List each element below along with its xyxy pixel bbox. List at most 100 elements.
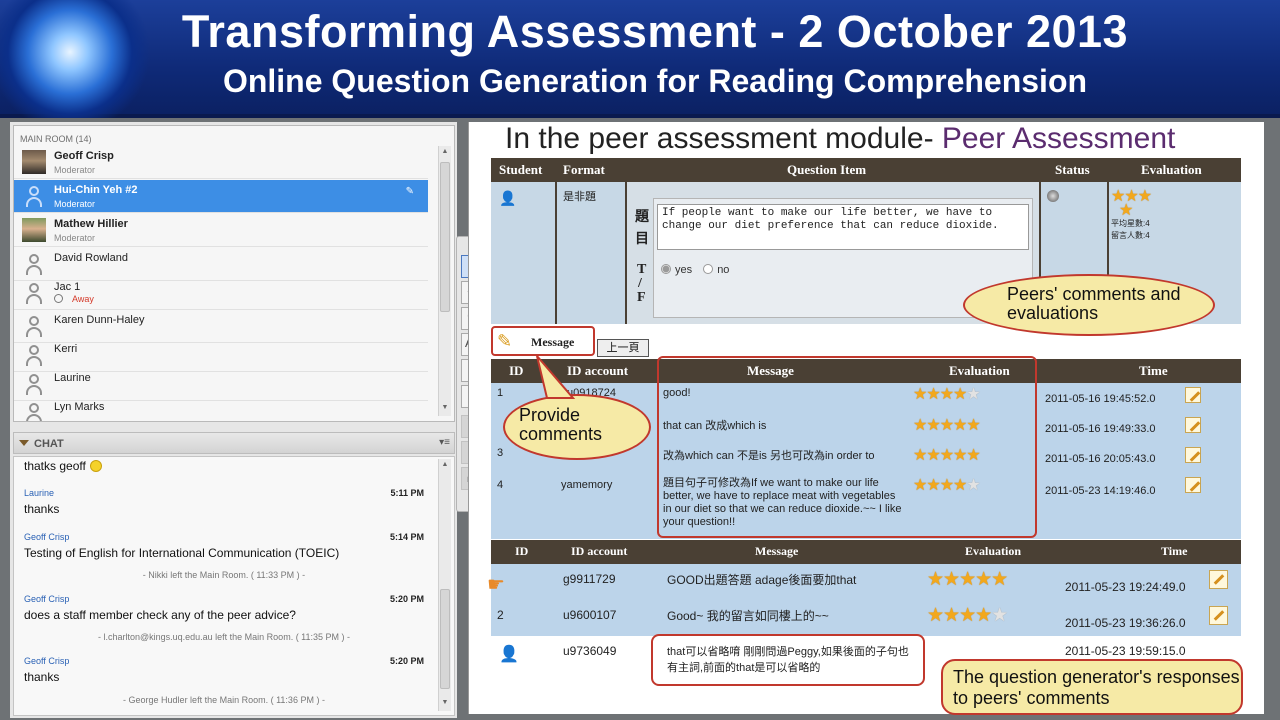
room-name: MAIN ROOM	[20, 134, 73, 144]
scroll-up-icon[interactable]: ▲	[439, 461, 451, 468]
banner-title: Transforming Assessment - 2 October 2013	[181, 6, 1129, 57]
attendee-row[interactable]: Lyn Marks	[14, 397, 428, 421]
callout-text: Provide comments	[519, 405, 603, 444]
meeting-panel: MAIN ROOM (14) Geoff Crisp Moderator Hui…	[10, 122, 457, 718]
chat-message: Geoff Crisp 5:20 PM does a staff member …	[24, 594, 424, 622]
scroll-thumb[interactable]	[440, 162, 450, 312]
system-message: - Nikki left the Main Room. ( 11:33 PM )…	[142, 570, 306, 580]
smiley-icon	[89, 460, 102, 472]
edit-icon[interactable]	[1185, 387, 1201, 408]
chat-text: does a staff member check any of the pee…	[24, 608, 296, 622]
row-stars: ★★★★★	[927, 569, 1008, 590]
chat-log: thatks geoff Laurine 5:11 PM thanks Geof…	[13, 456, 455, 716]
row-time: 2011-05-23 19:59:15.0	[1065, 644, 1186, 658]
avatar	[22, 150, 46, 174]
callout-text: Peers' comments and evaluations	[1007, 284, 1181, 323]
row-account: u9736049	[563, 644, 617, 658]
row-stars: ★★★★★	[927, 605, 1008, 626]
edit-icon[interactable]	[1209, 606, 1228, 630]
row-id: 1	[497, 387, 504, 399]
chat-scrollbar[interactable]: ▲ ▼	[438, 459, 451, 711]
student-icon: 👤	[499, 646, 519, 663]
attendee-name: Jac 1	[54, 281, 81, 293]
chat-message: Geoff Crisp 5:14 PM Testing of English f…	[24, 532, 424, 560]
chat-message: thatks geoff	[24, 459, 424, 473]
attendee-row-selected[interactable]: Hui-Chin Yeh #2 Moderator ✎	[14, 180, 428, 213]
row-account: g9911729	[563, 572, 616, 586]
col-time: Time	[1161, 544, 1188, 558]
scroll-thumb[interactable]	[440, 589, 450, 689]
attendee-list: MAIN ROOM (14) Geoff Crisp Moderator Hui…	[13, 125, 455, 422]
answer-options: yes no	[661, 264, 729, 276]
row-time: 2011-05-16 19:49:33.0	[1045, 423, 1156, 435]
question-textarea[interactable]: If people want to make our life better, …	[657, 204, 1029, 250]
scroll-down-icon[interactable]: ▼	[439, 404, 451, 411]
attendee-row[interactable]: Mathew Hillier Moderator	[14, 214, 428, 247]
col-question-item: Question Item	[787, 162, 867, 177]
row-time: 2011-05-16 20:05:43.0	[1045, 453, 1156, 465]
user-icon	[22, 401, 46, 421]
chat-time: 5:11 PM	[390, 488, 424, 498]
col-id: ID	[515, 544, 529, 558]
clock-icon	[54, 294, 63, 303]
edit-icon[interactable]	[1185, 417, 1201, 438]
chat-time: 5:20 PM	[389, 656, 424, 666]
scroll-down-icon[interactable]: ▼	[439, 699, 451, 706]
scroll-up-icon[interactable]: ▲	[439, 148, 451, 155]
status-icon	[1047, 190, 1059, 202]
avg-stars: 平均星數:4	[1111, 219, 1150, 228]
attendee-scrollbar[interactable]: ▲ ▼	[438, 146, 451, 416]
highlight-box	[657, 356, 1037, 538]
presentation-slide: In the peer assessment module- Peer Asse…	[468, 122, 1264, 715]
row-time: 2011-05-16 19:45:52.0	[1045, 393, 1156, 405]
menu-icon[interactable]: ▾≡	[439, 437, 450, 448]
prev-page-button[interactable]: 上一頁	[597, 339, 649, 357]
chat-header[interactable]: CHAT ▾≡	[13, 432, 455, 454]
row-message: Good~ 我的留言如同樓上的~~	[667, 609, 829, 623]
radio-yes[interactable]	[661, 264, 671, 274]
divider	[555, 182, 557, 324]
highlight-box	[651, 634, 925, 686]
user-icon	[22, 343, 46, 367]
attendee-row[interactable]: Jac 1 Away	[14, 277, 428, 310]
option-yes-label: yes	[675, 264, 693, 276]
edit-icon[interactable]	[1185, 477, 1201, 498]
callout-generator: The question generator's responses to pe…	[941, 659, 1243, 715]
chat-sender: Laurine	[24, 488, 55, 498]
col-student: Student	[499, 162, 543, 177]
attendee-name: Laurine	[54, 372, 91, 384]
row-time: 2011-05-23 14:19:46.0	[1045, 485, 1156, 497]
student-icon: 👤	[499, 190, 517, 206]
row-account: u9600107	[563, 608, 617, 622]
user-icon	[22, 184, 46, 208]
col-format: Format	[563, 162, 605, 177]
room-count: (14)	[75, 134, 92, 144]
col-time: Time	[1139, 363, 1168, 378]
comment-count: 留言人數:4	[1111, 231, 1150, 240]
attendee-row[interactable]: Geoff Crisp Moderator	[14, 146, 428, 179]
edit-icon[interactable]	[1185, 447, 1201, 468]
message-tab[interactable]: ✎ Message	[491, 326, 595, 356]
room-title: MAIN ROOM (14)	[20, 134, 92, 144]
pencil-icon: ✎	[497, 331, 513, 351]
collapse-icon[interactable]	[19, 440, 29, 446]
chat-sender: Geoff Crisp	[24, 594, 70, 604]
response-table-header: ID ID account Message Evaluation Time	[491, 540, 1241, 564]
avatar	[22, 218, 46, 242]
callout-text: The question generator's responses to pe…	[953, 667, 1240, 708]
table-row: 2 u9600107 Good~ 我的留言如同樓上的~~ ★★★★★ 2011-…	[491, 600, 1241, 636]
attendee-role: Moderator	[54, 233, 96, 243]
user-icon	[22, 252, 46, 276]
message-tab-label: Message	[531, 335, 575, 349]
row-id: 3	[497, 447, 504, 459]
col-status: Status	[1055, 162, 1090, 177]
chat-time: 5:14 PM	[389, 532, 424, 542]
format-value: 是非題	[563, 191, 596, 203]
edit-icon[interactable]	[1209, 570, 1228, 594]
radio-no[interactable]	[703, 264, 714, 274]
row-id: 2	[497, 608, 504, 622]
pencil-icon: ✎	[405, 186, 414, 197]
row-account: yamemory	[561, 479, 613, 491]
chat-text: thatks geoff	[24, 459, 86, 473]
user-icon	[22, 372, 46, 396]
